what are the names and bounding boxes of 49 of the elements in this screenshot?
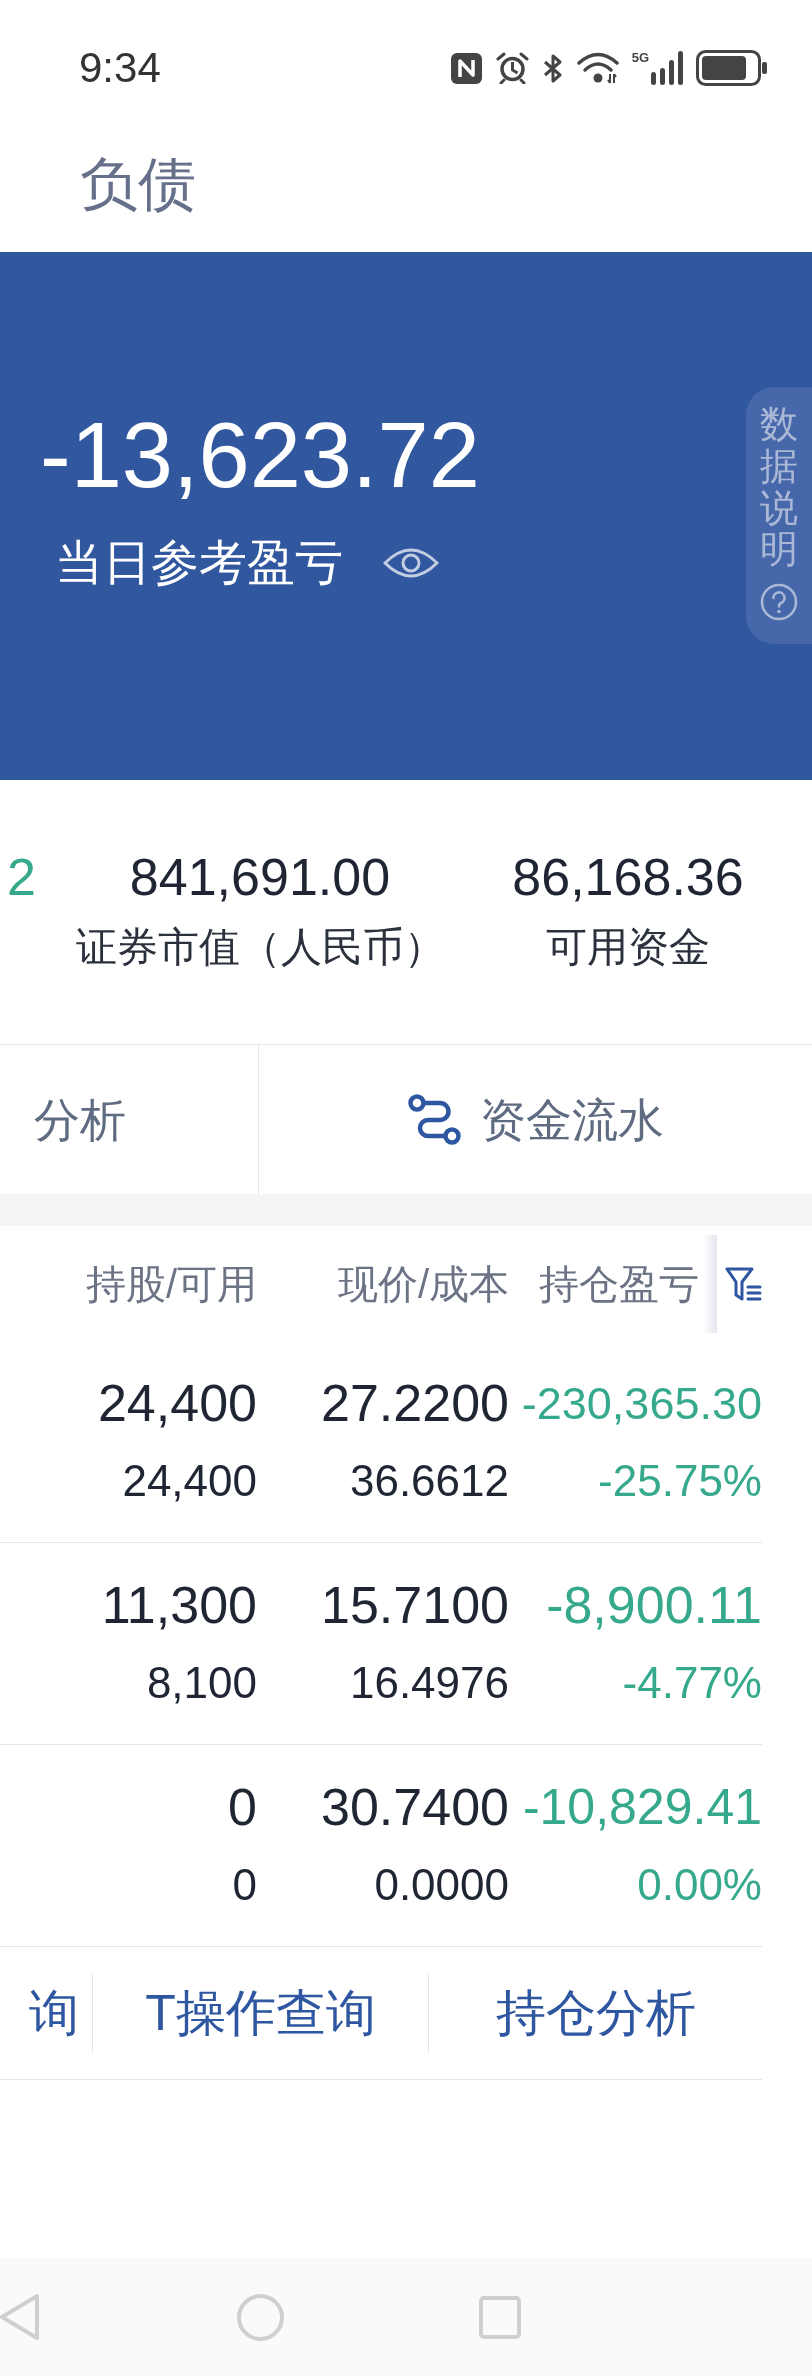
recents-icon[interactable] <box>479 2295 521 2339</box>
filter-icon[interactable] <box>725 1265 762 1302</box>
table-cell: 0.0000 <box>374 1863 509 1907</box>
column-header: 持仓盈亏 <box>539 1263 699 1304</box>
table-cell: -230,365.30 <box>521 1380 762 1426</box>
table-cell: 0.00% <box>637 1863 762 1907</box>
table-cell: 16.4976 <box>349 1661 509 1705</box>
stat-label: 可用资金 <box>546 927 710 968</box>
pnl-label: 当日参考盈亏 <box>55 539 343 587</box>
link-button[interactable]: 持仓分析 <box>495 1988 696 2038</box>
table-cell: 0 <box>228 1781 257 1833</box>
status-time: 9:34 <box>79 47 161 89</box>
stat-value: 841,691.00 <box>129 851 391 903</box>
column-header: 持股/可用 <box>85 1263 257 1304</box>
battery-icon <box>696 50 768 86</box>
flow-icon <box>407 1093 462 1146</box>
table-cell: 30.7400 <box>321 1781 509 1833</box>
nfc-icon <box>450 52 482 84</box>
table-cell: 27.2200 <box>321 1377 509 1429</box>
back-icon[interactable] <box>0 2293 40 2341</box>
tab[interactable]: 负债 <box>80 155 196 213</box>
table-cell: 24,400 <box>122 1459 257 1503</box>
bluetooth-icon <box>541 52 564 84</box>
alarm-icon <box>494 52 530 84</box>
stat-value: 86,168.36 <box>512 851 744 903</box>
table-cell: 36.6612 <box>349 1459 509 1503</box>
table-cell: -4.77% <box>622 1661 762 1705</box>
table-cell: 15.7100 <box>321 1579 509 1631</box>
home-icon[interactable] <box>237 2293 284 2341</box>
help-icon <box>760 583 798 622</box>
action-button[interactable]: 资金流水 <box>407 1093 664 1146</box>
link-button[interactable]: 询 <box>29 1988 79 2038</box>
action-button[interactable]: 分析 <box>34 1096 126 1143</box>
table-cell: -25.75% <box>598 1459 762 1503</box>
link-button[interactable]: T操作查询 <box>145 1988 376 2038</box>
table-cell: 0 <box>232 1863 257 1907</box>
wifi-icon <box>576 52 621 84</box>
stat-label: 证券市值（人民币） <box>75 927 445 968</box>
pnl-value: -13,623.72 <box>40 409 480 501</box>
stat-value: 2 <box>7 851 36 903</box>
table-cell: -10,829.41 <box>522 1782 762 1832</box>
network-label: 5G <box>631 51 649 64</box>
data-note-tab[interactable]: 数据说明 <box>746 387 812 644</box>
signal-icon <box>651 51 684 85</box>
column-header: 现价/成本 <box>337 1263 509 1304</box>
table-cell: -8,900.11 <box>546 1579 762 1631</box>
table-cell: 11,300 <box>101 1579 257 1631</box>
table-cell: 24,400 <box>97 1377 257 1429</box>
table-cell: 8,100 <box>146 1661 257 1705</box>
